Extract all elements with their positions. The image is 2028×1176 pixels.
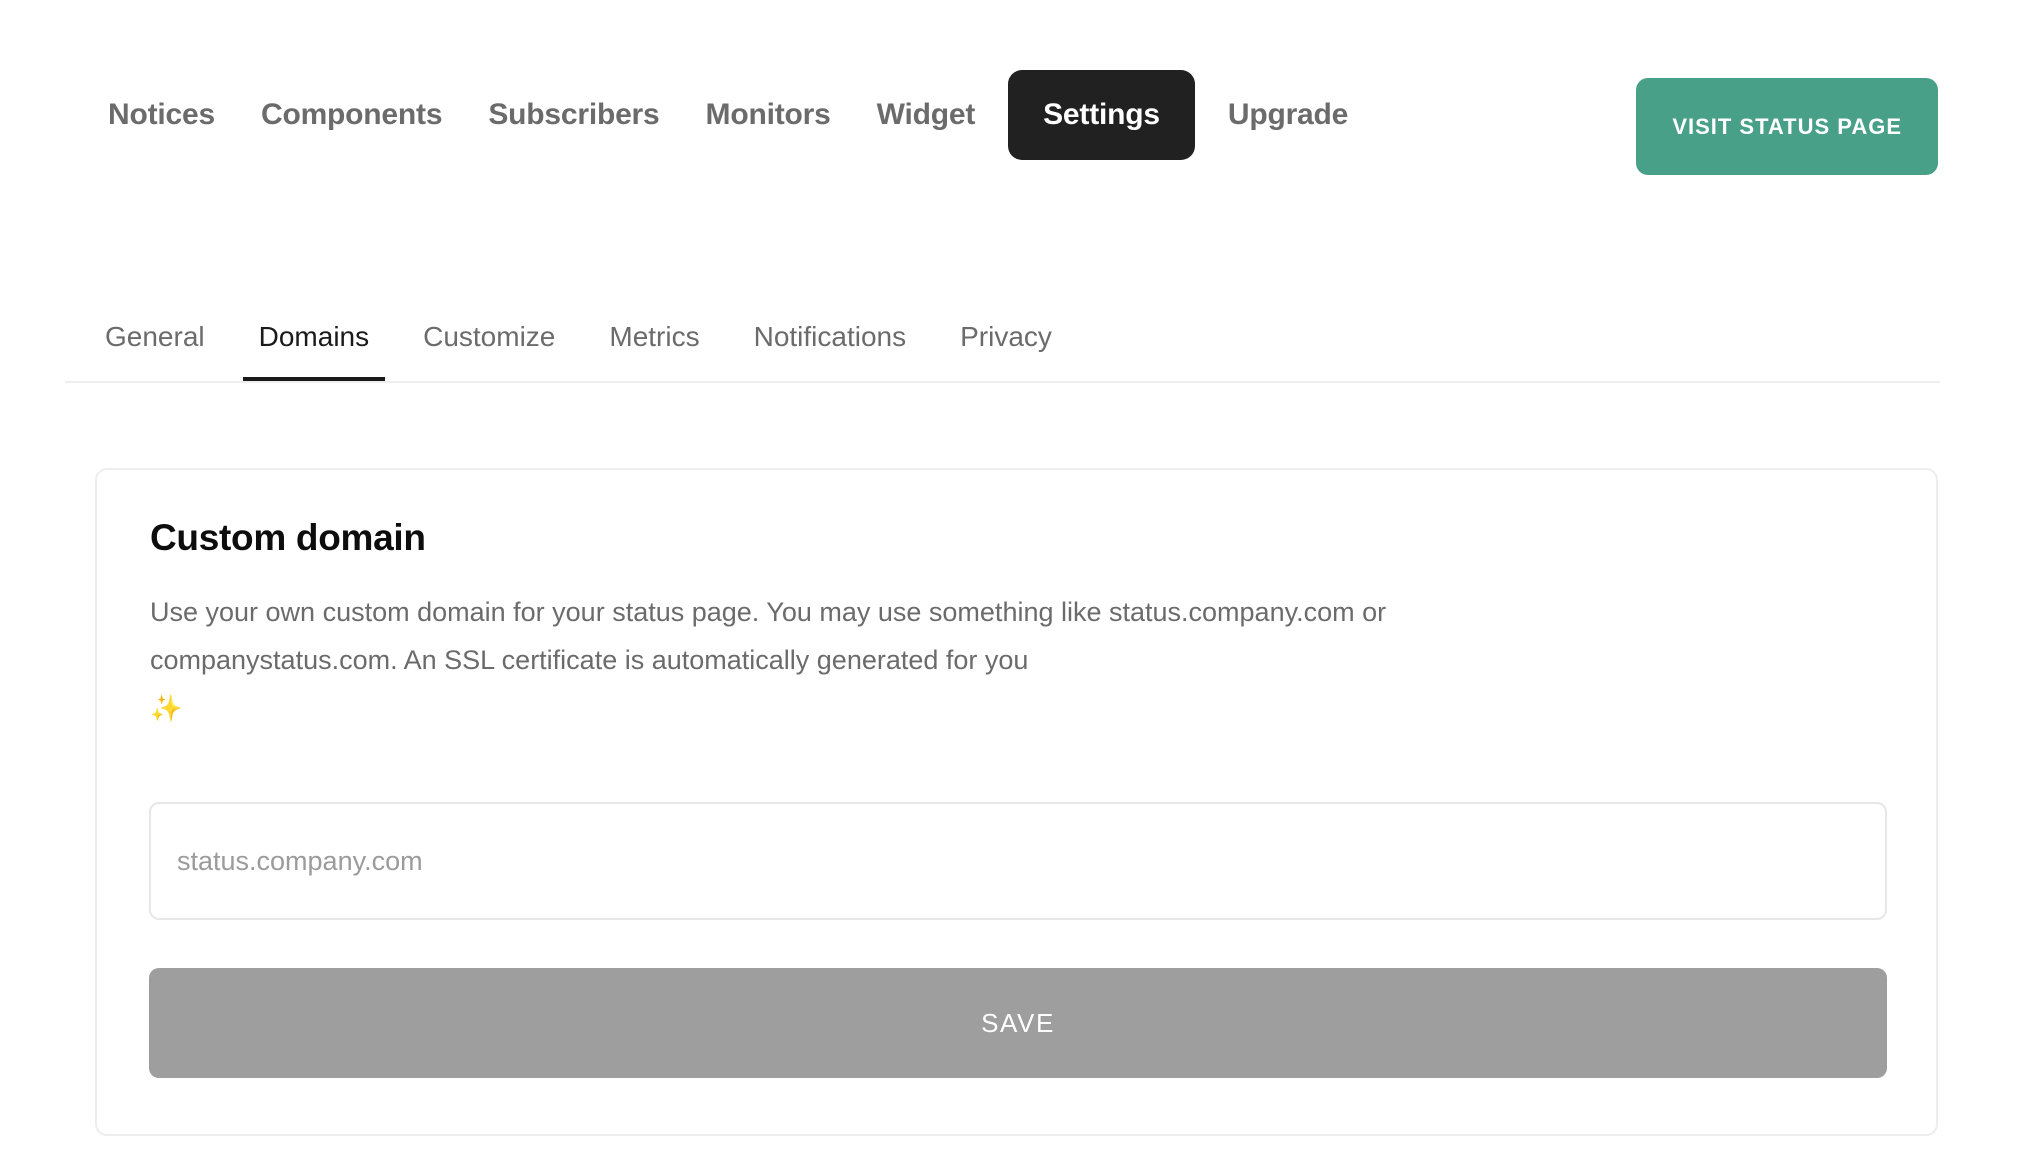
- save-button[interactable]: SAVE: [149, 968, 1887, 1078]
- nav-item-components[interactable]: Components: [238, 70, 465, 160]
- tab-general[interactable]: General: [65, 293, 232, 381]
- primary-navigation: Notices Components Subscribers Monitors …: [0, 0, 2028, 240]
- nav-item-upgrade[interactable]: Upgrade: [1205, 70, 1371, 160]
- card-description-text: Use your own custom domain for your stat…: [150, 597, 1387, 675]
- primary-navigation-inner: Notices Components Subscribers Monitors …: [95, 70, 1938, 175]
- custom-domain-input[interactable]: [149, 802, 1887, 920]
- custom-domain-card: Custom domain Use your own custom domain…: [95, 468, 1938, 1136]
- nav-item-settings[interactable]: Settings: [1008, 70, 1195, 160]
- nav-item-notices[interactable]: Notices: [95, 70, 238, 160]
- card-description: Use your own custom domain for your stat…: [150, 588, 1560, 732]
- nav-item-widget[interactable]: Widget: [854, 70, 999, 160]
- sparkles-emoji: ✨: [150, 693, 183, 723]
- card-title: Custom domain: [150, 517, 426, 558]
- visit-status-page-button[interactable]: VISIT STATUS PAGE: [1636, 78, 1938, 175]
- primary-nav-items: Notices Components Subscribers Monitors …: [95, 70, 1371, 160]
- tab-privacy[interactable]: Privacy: [933, 293, 1079, 381]
- tab-notifications[interactable]: Notifications: [727, 293, 934, 381]
- app-page: Notices Components Subscribers Monitors …: [0, 0, 2028, 1176]
- tab-customize[interactable]: Customize: [396, 293, 582, 381]
- nav-item-monitors[interactable]: Monitors: [683, 70, 854, 160]
- nav-item-subscribers[interactable]: Subscribers: [465, 70, 682, 160]
- tab-metrics[interactable]: Metrics: [582, 293, 726, 381]
- settings-tabs: General Domains Customize Metrics Notifi…: [65, 293, 1940, 383]
- tab-domains[interactable]: Domains: [232, 293, 396, 381]
